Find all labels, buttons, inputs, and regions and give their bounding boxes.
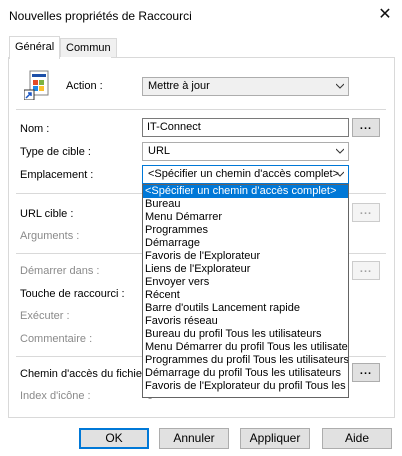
ok-button[interactable]: OK [79, 428, 149, 449]
dropdown-option[interactable]: Bureau du profil Tous les utilisateurs [143, 328, 348, 341]
cancel-button[interactable]: Annuler [159, 428, 229, 449]
chemin-icone-browse-button[interactable]: ... [352, 363, 380, 382]
shortcut-icon [23, 70, 50, 101]
dropdown-option[interactable]: Favoris de l'Explorateur [143, 250, 348, 263]
nom-input[interactable]: IT-Connect [142, 118, 349, 137]
dropdown-option[interactable]: Récent [143, 289, 348, 302]
chevron-down-icon [336, 148, 344, 154]
url-cible-label: URL cible : [20, 208, 74, 220]
action-value: Mettre à jour [148, 80, 210, 92]
commentaire-label: Commentaire : [20, 333, 93, 345]
executer-label: Exécuter : [20, 310, 70, 322]
dropdown-option[interactable]: Favoris de l'Explorateur du profil Tous … [143, 380, 348, 393]
chevron-down-icon [336, 171, 344, 177]
close-button[interactable]: ✕ [374, 4, 396, 26]
dropdown-option[interactable]: Menu Démarrer [143, 211, 348, 224]
emplacement-label: Emplacement : [20, 169, 94, 181]
demarrer-dans-label: Démarrer dans : [20, 265, 100, 277]
dropdown-option[interactable]: Programmes [143, 224, 348, 237]
tab-commun[interactable]: Commun [60, 38, 117, 58]
demarrer-dans-browse-button[interactable]: ... [352, 261, 380, 280]
window-title: Nouvelles propriétés de Raccourci [9, 9, 192, 23]
chemin-icone-label: Chemin d'accès du fichier [20, 368, 146, 380]
dropdown-option[interactable]: Menu Démarrer du profil Tous les utilisa… [143, 341, 348, 354]
dropdown-option[interactable]: Favoris réseau [143, 315, 348, 328]
apply-button[interactable]: Appliquer [240, 428, 310, 449]
url-cible-browse-button[interactable]: ... [352, 203, 380, 222]
tab-general[interactable]: Général [9, 36, 61, 59]
dropdown-option[interactable]: Barre d'outils Lancement rapide [143, 302, 348, 315]
action-select[interactable]: Mettre à jour [142, 77, 349, 96]
emplacement-dropdown-list: <Spécifier un chemin d’accès complet> Bu… [142, 184, 349, 398]
nom-label: Nom : [20, 123, 50, 135]
dropdown-option[interactable]: Liens de l'Explorateur [143, 263, 348, 276]
separator [16, 109, 386, 110]
emplacement-value: <Spécifier un chemin d'accès complet> [148, 168, 340, 180]
help-button[interactable]: Aide [322, 428, 392, 449]
emplacement-select[interactable]: <Spécifier un chemin d'accès complet> [142, 165, 349, 184]
arguments-label: Arguments : [20, 230, 80, 242]
type-cible-select[interactable]: URL [142, 142, 349, 161]
dropdown-option[interactable]: Démarrage du profil Tous les utilisateur… [143, 367, 348, 380]
action-label: Action : [66, 80, 103, 92]
nom-browse-button[interactable]: ... [352, 118, 380, 137]
tab-border-right [111, 57, 394, 58]
dropdown-option[interactable]: <Spécifier un chemin d’accès complet> [143, 185, 348, 198]
type-cible-label: Type de cible : [20, 146, 91, 158]
index-icone-label: Index d'icône : [20, 390, 91, 402]
touche-raccourci-label: Touche de raccourci : [20, 288, 125, 300]
dropdown-option[interactable]: Démarrage [143, 237, 348, 250]
dropdown-option[interactable]: Programmes du profil Tous les utilisateu… [143, 354, 348, 367]
dropdown-option[interactable]: Bureau [143, 198, 348, 211]
chevron-down-icon [336, 83, 344, 89]
dropdown-option[interactable]: Envoyer vers [143, 276, 348, 289]
type-cible-value: URL [148, 145, 171, 157]
